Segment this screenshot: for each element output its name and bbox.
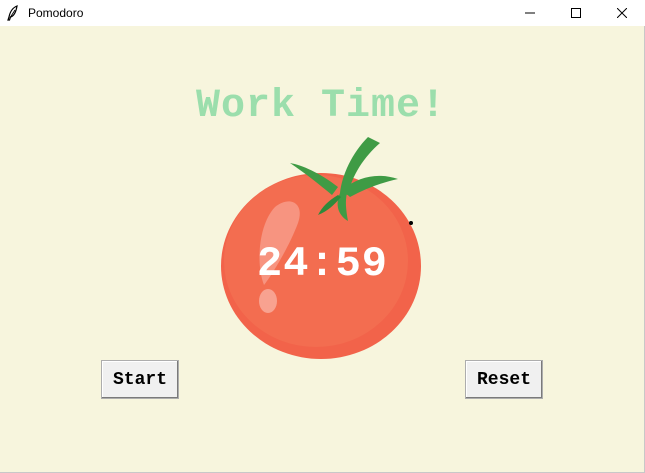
reset-button[interactable]: Reset — [465, 360, 543, 399]
maximize-icon — [571, 8, 581, 18]
window-title: Pomodoro — [28, 6, 84, 20]
close-icon — [617, 8, 627, 18]
pomodoro-window: Pomodoro Work Time! 24:59 Start Reset — [0, 0, 645, 473]
minimize-button[interactable] — [507, 0, 553, 26]
timer-display: 24:59 — [256, 240, 389, 288]
close-button[interactable] — [599, 0, 645, 26]
feather-icon — [0, 0, 26, 26]
page-title: Work Time! — [195, 84, 447, 129]
mouse-cursor — [409, 221, 413, 225]
window-controls — [507, 0, 645, 26]
title-bar[interactable]: Pomodoro — [0, 0, 645, 26]
start-button[interactable]: Start — [101, 360, 179, 399]
minimize-icon — [525, 12, 535, 14]
maximize-button[interactable] — [553, 0, 599, 26]
